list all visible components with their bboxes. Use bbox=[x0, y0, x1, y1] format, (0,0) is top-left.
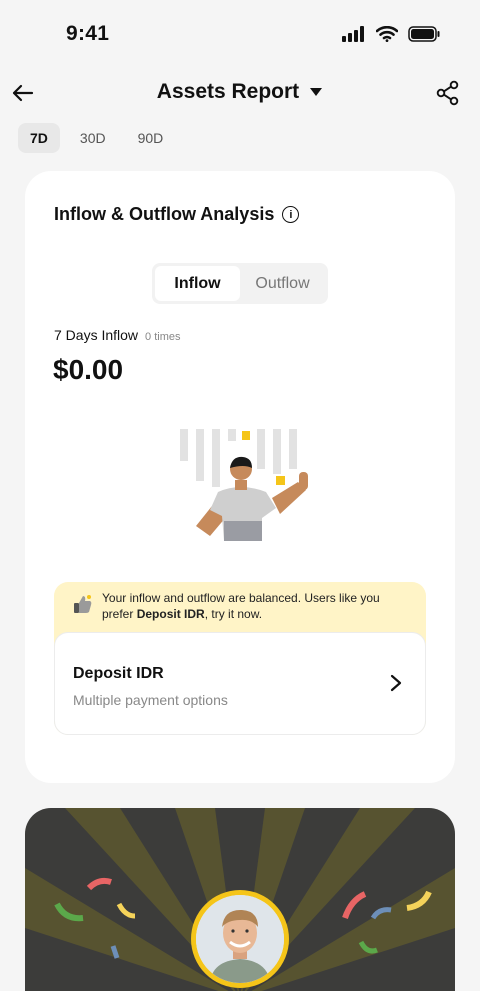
avatar-portrait bbox=[196, 895, 284, 983]
nav-bar: Assets Report bbox=[0, 72, 480, 116]
card-title: Inflow & Outflow Analysis bbox=[54, 204, 275, 224]
tab-90d[interactable]: 90D bbox=[126, 123, 176, 153]
tab-30d[interactable]: 30D bbox=[68, 123, 118, 153]
inflow-tab[interactable]: Inflow bbox=[155, 266, 240, 301]
battery-icon bbox=[408, 26, 440, 42]
inflow-summary: 7 Days Inflow 0 times bbox=[54, 327, 181, 343]
caret-down-icon bbox=[310, 88, 323, 96]
outflow-tab[interactable]: Outflow bbox=[240, 266, 325, 301]
tab-7d[interactable]: 7D bbox=[18, 123, 60, 153]
tip-highlight: Deposit IDR bbox=[136, 607, 205, 621]
card-header: Inflow & Outflow Analysis i bbox=[54, 204, 300, 225]
info-icon[interactable]: i bbox=[282, 206, 300, 223]
inflow-label: 7 Days Inflow bbox=[54, 327, 139, 343]
signal-icon bbox=[342, 26, 364, 42]
deposit-idr-option[interactable]: Deposit IDR Multiple payment options bbox=[54, 632, 426, 735]
report-selector[interactable]: Assets Report bbox=[0, 80, 480, 104]
status-bar: 9:41 bbox=[0, 0, 480, 70]
deposit-subtitle: Multiple payment options bbox=[73, 692, 228, 708]
avatar bbox=[196, 895, 284, 983]
avatar-ring bbox=[191, 890, 289, 988]
flow-toggle: Inflow Outflow bbox=[152, 263, 328, 304]
inflow-count: 0 times bbox=[145, 331, 181, 343]
status-time: 9:41 bbox=[66, 22, 110, 45]
wifi-icon bbox=[376, 26, 398, 42]
tip-text-after: , try it now. bbox=[204, 607, 263, 621]
promo-banner[interactable] bbox=[25, 808, 455, 991]
page-title: Assets Report bbox=[156, 80, 300, 103]
empty-state-illustration bbox=[180, 429, 308, 541]
recommendation-box: Your inflow and outflow are balanced. Us… bbox=[54, 582, 426, 735]
inflow-amount: $0.00 bbox=[53, 354, 124, 385]
share-icon[interactable] bbox=[436, 80, 460, 106]
deposit-title: Deposit IDR bbox=[73, 665, 164, 682]
analysis-card: Inflow & Outflow Analysis i Inflow Outfl… bbox=[25, 171, 455, 783]
recommendation-text: Your inflow and outflow are balanced. Us… bbox=[102, 590, 412, 622]
period-tabs: 7D 30D 90D bbox=[18, 123, 175, 153]
status-icons bbox=[342, 26, 440, 42]
chevron-right-icon bbox=[390, 674, 402, 692]
thumbs-up-icon bbox=[74, 595, 92, 613]
